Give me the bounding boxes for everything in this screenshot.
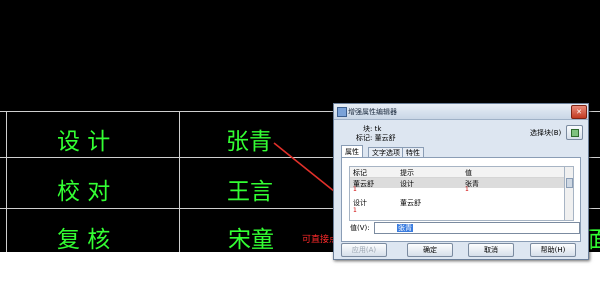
grid-header: 标记 提示 值: [350, 167, 564, 178]
cad-edge-text: 面: [588, 227, 600, 253]
row-tag: 1: [353, 186, 357, 193]
scrollbar-thumb[interactable]: [566, 178, 573, 188]
enhanced-attribute-editor-dialog: 增强属性编辑器 ✕ 块: tk 标记: 董云舒 选择块(B) 属性 文字选项 特…: [333, 103, 589, 260]
cad-value-review[interactable]: 宋童: [228, 220, 274, 254]
help-button[interactable]: 帮助(H): [530, 243, 576, 257]
cad-label-design: 设 计: [57, 129, 111, 155]
table-top-line: [0, 111, 335, 112]
row-tag: 1: [353, 207, 357, 214]
value-input[interactable]: 张青: [374, 222, 580, 234]
table-row-line: [0, 157, 335, 158]
apply-button[interactable]: 应用(A): [341, 243, 387, 257]
table-col-line: [179, 111, 180, 252]
attribute-grid: 标记 提示 值 董云舒 设计 张青 1 1 设计 董云舒 1: [349, 166, 565, 221]
table-row[interactable]: 1 1: [350, 186, 564, 193]
close-button[interactable]: ✕: [571, 105, 587, 119]
select-block-button[interactable]: [566, 125, 583, 140]
row-value: 1: [465, 186, 469, 193]
grid-header-value: 值: [465, 169, 472, 177]
dialog-title: 增强属性编辑器: [348, 108, 397, 116]
dialog-titlebar[interactable]: 增强属性编辑器 ✕: [334, 104, 588, 120]
cancel-button[interactable]: 取消: [468, 243, 514, 257]
tag-label: 标记: 董云舒: [356, 134, 396, 142]
attribute-panel: 标记 提示 值 董云舒 设计 张青 1 1 设计 董云舒 1 值(V): 张青: [341, 157, 581, 242]
cad-value-design[interactable]: 张青: [226, 122, 272, 156]
select-block-icon: [571, 129, 579, 137]
table-row[interactable]: 1: [350, 207, 564, 214]
grid-scrollbar[interactable]: [564, 166, 574, 221]
table-col-line: [6, 111, 7, 252]
ok-button[interactable]: 确定: [407, 243, 453, 257]
table-row[interactable]: 设计 董云舒: [350, 197, 564, 207]
grid-header-prompt: 提示: [400, 169, 414, 177]
table-row-line: [0, 208, 335, 209]
value-selected-text: 张青: [397, 224, 413, 232]
app-icon: [337, 107, 347, 117]
select-block-label: 选择块(B): [530, 129, 562, 137]
cad-label-check: 校 对: [57, 179, 111, 205]
cad-value-check[interactable]: 王言: [227, 172, 273, 206]
grid-header-tag: 标记: [353, 169, 367, 177]
cad-label-review: 复 核: [57, 227, 111, 253]
value-label: 值(V):: [350, 224, 370, 232]
